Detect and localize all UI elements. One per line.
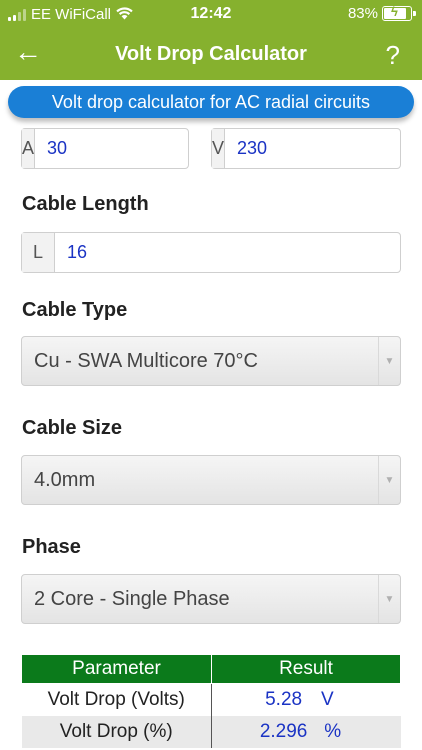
chevron-down-icon: ▼ [378,337,400,385]
voltage-field: V [211,128,422,169]
status-bar: EE WiFiCall 12:42 83% ϟ [0,0,422,30]
result-header: Result [211,654,401,684]
navigation-bar: ← Volt Drop Calculator ? [0,30,422,80]
battery-icon: ϟ [382,4,416,21]
phase-value: 2 Core - Single Phase [34,587,230,610]
volt-drop-percent-result: 2.296 % [211,715,401,748]
cable-type-label: Cable Type [22,299,128,321]
cable-type-value: Cu - SWA Multicore 70°C [34,349,258,372]
charging-bolt-icon: ϟ [391,4,398,19]
volt-drop-volts-unit: V [321,688,334,710]
phase-select[interactable]: 2 Core - Single Phase ▼ [21,574,401,624]
battery-percent: 83% [347,5,378,22]
current-addon: A [22,129,36,168]
cable-size-value: 4.0mm [34,468,96,491]
page-title: Volt Drop Calculator [115,43,307,65]
cable-type-select[interactable]: Cu - SWA Multicore 70°C ▼ [21,336,401,386]
volt-drop-percent-value: 2.296 [259,720,308,742]
parameter-header: Parameter [21,654,212,684]
help-icon[interactable]: ? [386,40,400,71]
cable-size-select[interactable]: 4.0mm ▼ [21,455,401,505]
cable-size-label: Cable Size [22,417,123,439]
table-row: Volt Drop (%) 2.296 % [21,715,401,748]
chevron-down-icon: ▼ [378,575,400,623]
battery-tip [413,11,416,16]
length-input[interactable] [55,233,400,272]
cable-length-label: Cable Length [22,193,149,215]
volt-drop-volts-label: Volt Drop (Volts) [21,683,212,716]
length-field: L [21,232,401,273]
info-banner: Volt drop calculator for AC radial circu… [8,86,414,118]
results-header-row: Parameter Result [21,654,401,684]
volt-drop-percent-unit: % [324,720,342,742]
volt-drop-percent-label: Volt Drop (%) [21,715,212,748]
voltage-addon: V [212,129,226,168]
phase-label: Phase [22,536,81,558]
chevron-down-icon: ▼ [378,456,400,504]
status-right: 83% ϟ [347,4,416,22]
table-row: Volt Drop (Volts) 5.28 V [21,683,401,716]
results-table: Parameter Result Volt Drop (Volts) 5.28 … [21,654,401,748]
current-field: A [21,128,280,169]
volt-drop-volts-result: 5.28 V [211,683,401,716]
length-addon: L [22,233,55,272]
voltage-input[interactable] [225,129,422,168]
volt-drop-volts-value: 5.28 [265,688,303,710]
